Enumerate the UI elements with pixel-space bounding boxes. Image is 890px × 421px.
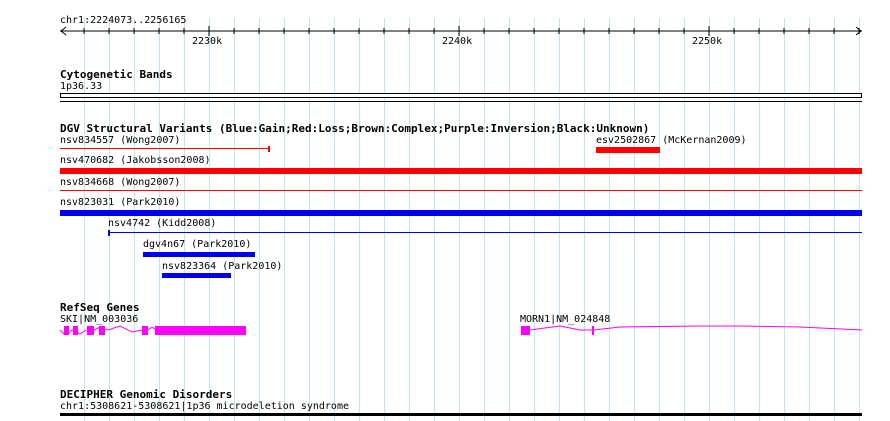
gene-exon [142,326,148,335]
gene-intron [593,325,863,331]
gene-exon [521,326,530,335]
gene-exon [155,326,246,335]
gene-exon [87,326,94,335]
track-title-decipher: DECIPHER Genomic Disorders [60,388,233,401]
decipher-feature-bar[interactable] [60,413,862,416]
decipher-feature-label[interactable]: chr1:5308621-5308621|1p36 microdeletion … [60,401,349,413]
gene-exon [64,326,69,335]
gene-exon [592,326,594,335]
gene-models[interactable] [0,0,890,421]
gene-exon [99,326,105,335]
gene-exon [73,326,78,335]
gene-intron [147,326,157,331]
gene-intron [529,325,592,331]
